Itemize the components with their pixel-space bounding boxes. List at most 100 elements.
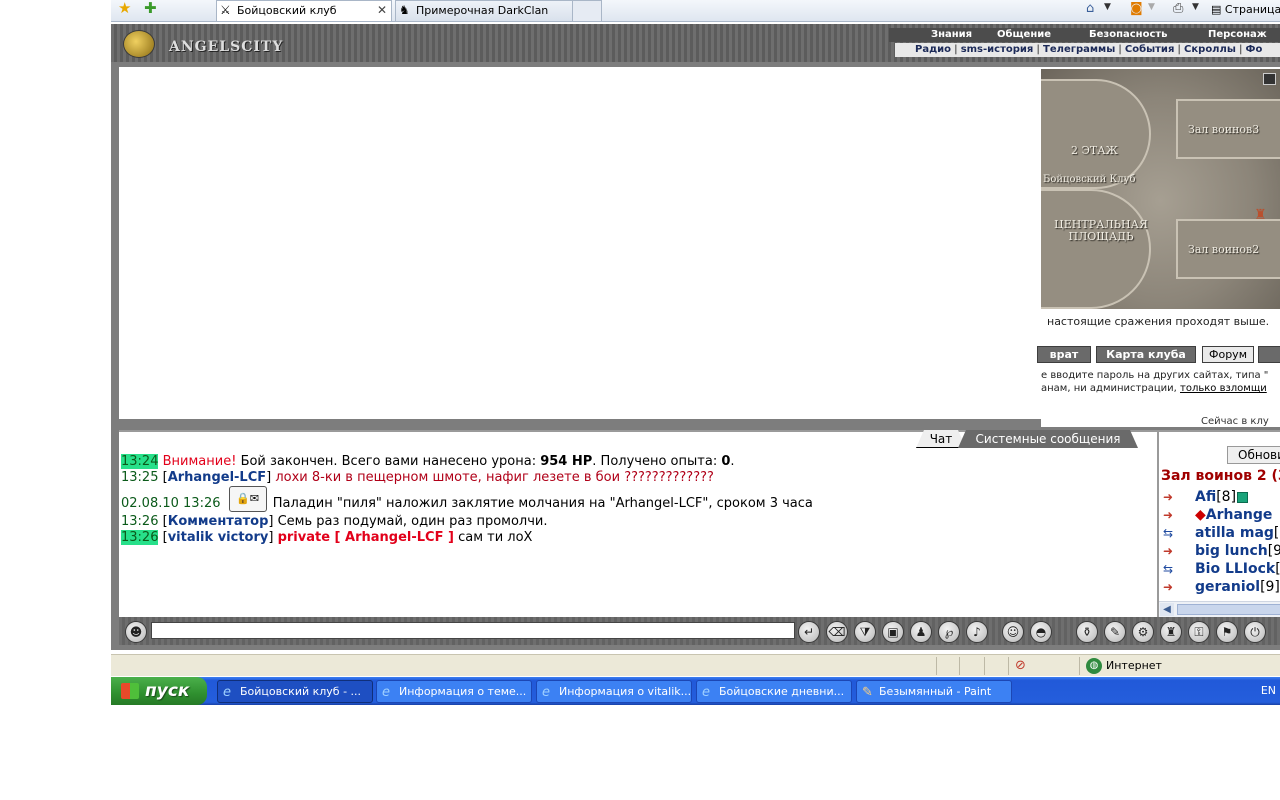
info-icon[interactable]	[1237, 491, 1249, 503]
return-button[interactable]: врат	[1037, 346, 1091, 363]
save-icon[interactable]: ▣	[882, 621, 904, 643]
menu-tab-knowledge[interactable]: Знания	[931, 29, 972, 40]
gear-icon[interactable]: ⚙	[1132, 621, 1154, 643]
smiley-icon[interactable]: ☺	[1002, 621, 1024, 643]
start-button[interactable]: пуск	[111, 677, 207, 705]
menu-link-radio[interactable]: Радио	[915, 44, 951, 55]
emotions-icon[interactable]: ☻	[125, 621, 147, 643]
send-icon[interactable]: ↵	[798, 621, 820, 643]
taskbar-item-paint[interactable]: ✎ Безымянный - Paint	[856, 680, 1012, 703]
internet-zone-label[interactable]: Интернет	[1106, 659, 1162, 672]
chat-input[interactable]	[151, 622, 795, 639]
message-time[interactable]: 13:25	[121, 470, 158, 485]
battle-status-icon[interactable]: ⇆	[1163, 562, 1183, 576]
map-label-hall2[interactable]: Зал воинов2	[1188, 243, 1259, 256]
popup-blocked-icon[interactable]: ⊘	[1015, 658, 1026, 673]
message-time[interactable]: 02.08.10 13:26	[121, 496, 221, 511]
message-nick[interactable]: Комментатор	[168, 514, 269, 529]
battle-status-icon[interactable]: ⇆	[1163, 526, 1183, 540]
taskbar-item-fight-club[interactable]: e Бойцовский клуб - ...	[217, 680, 373, 703]
private-log-icon[interactable]: ℘	[938, 621, 960, 643]
tab-fight-club[interactable]: ⚔ Бойцовский клуб ✕	[216, 0, 392, 21]
menu-link-events[interactable]: События	[1125, 44, 1174, 55]
bag-icon[interactable]: ♜	[1160, 621, 1182, 643]
chevron-down-icon[interactable]: ▼	[1192, 2, 1199, 12]
game-header: ANGELSCITY Знания Общение Безопасность П…	[111, 24, 1280, 62]
user-name[interactable]: big lunch[9]	[1195, 542, 1280, 560]
clear-icon[interactable]: ⌫	[826, 621, 848, 643]
page-menu[interactable]: ▤ Страница	[1211, 3, 1280, 16]
language-indicator[interactable]: EN	[1261, 684, 1276, 697]
message-nick[interactable]: Arhangel-LCF	[168, 470, 266, 485]
taskbar-item-fight-diaries[interactable]: e Бойцовские дневни...	[696, 680, 852, 703]
menu-top-row: Знания Общение Безопасность Персонаж	[889, 28, 1280, 42]
logo[interactable]: ANGELSCITY	[123, 30, 293, 58]
helmet-icon[interactable]: ◓	[1030, 621, 1052, 643]
map-toggle-icon[interactable]	[1263, 73, 1276, 85]
flag-icon[interactable]: ⚑	[1216, 621, 1238, 643]
menu-link-sms-history[interactable]: sms-история	[961, 44, 1034, 55]
start-label: пуск	[145, 681, 190, 701]
map-label-central-square[interactable]: ЦЕНТРАЛЬНАЯ ПЛОЩАДЬ	[1051, 219, 1151, 243]
horizontal-scrollbar[interactable]: ◀	[1159, 601, 1280, 617]
user-name[interactable]: Afi[8]	[1195, 488, 1249, 506]
chat-panel: Чат Системные сообщения 13:24 Внимание! …	[119, 430, 1157, 617]
user-name[interactable]: atilla mag[8	[1195, 524, 1280, 542]
user-name[interactable]: geraniol[9]	[1195, 578, 1280, 596]
home-icon[interactable]: ⌂	[1086, 1, 1094, 17]
tab-system-messages[interactable]: Системные сообщения	[958, 430, 1138, 448]
add-favorite-icon[interactable]: ✚	[144, 0, 160, 16]
menu-tab-security[interactable]: Безопасность	[1089, 29, 1168, 40]
menu-link-forum[interactable]: Фо	[1246, 44, 1263, 55]
private-message-icon[interactable]: ➜	[1163, 544, 1183, 558]
message-nick[interactable]: vitalik victory	[168, 530, 269, 545]
menu-link-telegrams[interactable]: Телеграммы	[1043, 44, 1115, 55]
new-tab-button[interactable]	[572, 0, 602, 21]
scroll-thumb[interactable]	[1177, 604, 1280, 615]
user-name[interactable]: Bio LLIock[9	[1195, 560, 1280, 578]
menu-tab-character[interactable]: Персонаж	[1208, 29, 1267, 40]
tab-chat[interactable]: Чат	[916, 430, 966, 448]
extra-button[interactable]	[1258, 346, 1280, 363]
windows-taskbar: пуск e Бойцовский клуб - ... e Информация …	[111, 677, 1280, 705]
taskbar-item-topic-info[interactable]: e Информация о теме...	[376, 680, 532, 703]
tab-darkclan[interactable]: ♞ Примерочная DarkClan	[395, 0, 573, 21]
exit-icon[interactable]: ⏻	[1244, 621, 1266, 643]
screen: ★ ✚ ▦▼ ⚔ Бойцовский клуб ✕ ♞ Примерочная…	[0, 0, 1280, 800]
taskbar-item-vitalik-info[interactable]: e Информация о vitalik...	[536, 680, 692, 703]
private-message-icon[interactable]: ➜	[1163, 490, 1183, 504]
chevron-down-icon[interactable]: ▼	[1104, 2, 1111, 12]
print-icon[interactable]: ⎙	[1173, 1, 1183, 17]
menu-sub-row: Радио | sms-история | Телеграммы | События | Скр…	[895, 43, 1280, 57]
scroll-icon[interactable]: ✎	[1104, 621, 1126, 643]
close-tab-icon[interactable]: ✕	[377, 1, 387, 20]
map-label-hall3[interactable]: Зал воинов3	[1188, 123, 1259, 136]
page-icon: ▤	[1211, 3, 1225, 16]
user-name[interactable]: ◆Arhange	[1195, 506, 1272, 524]
potion-icon[interactable]: ⚱	[1076, 621, 1098, 643]
warning-link[interactable]: только взломщи	[1180, 383, 1267, 394]
map-label-fight-club[interactable]: Бойцовский Клуб	[1043, 174, 1135, 185]
forum-button[interactable]: Форум	[1202, 346, 1254, 363]
menu-tab-communication[interactable]: Общение	[997, 29, 1051, 40]
lock-icon[interactable]: ⚿	[1188, 621, 1210, 643]
map-label-floor2[interactable]: 2 ЭТАЖ	[1071, 144, 1118, 157]
favorites-star-icon[interactable]: ★	[118, 0, 134, 16]
private-message-icon[interactable]: ➜	[1163, 580, 1183, 594]
scroll-left-icon[interactable]: ◀	[1160, 603, 1174, 616]
message-text: .	[730, 454, 735, 469]
fighter-icon[interactable]: ♟	[910, 621, 932, 643]
club-map-button[interactable]: Карта клуба	[1096, 346, 1196, 363]
rss-feed-icon[interactable]: ◙	[1130, 1, 1143, 17]
private-label[interactable]: private [ Arhangel-LCF ]	[278, 530, 454, 545]
message-time[interactable]: 13:26	[121, 514, 158, 529]
filter-icon[interactable]: ⧩	[854, 621, 876, 643]
message-time[interactable]: 13:26	[121, 530, 159, 545]
refresh-button[interactable]: Обновит	[1227, 446, 1280, 464]
menu-link-scrolls[interactable]: Скроллы	[1184, 44, 1236, 55]
location-map[interactable]: 2 ЭТАЖ Бойцовский Клуб ЦЕНТРАЛЬНАЯ ПЛОЩА…	[1041, 69, 1280, 309]
private-message-icon[interactable]: ➜	[1163, 508, 1183, 522]
sound-icon[interactable]: ♪	[966, 621, 988, 643]
message-text: Семь раз подумай, один раз промолчи.	[277, 514, 548, 529]
message-time[interactable]: 13:24	[121, 454, 159, 469]
